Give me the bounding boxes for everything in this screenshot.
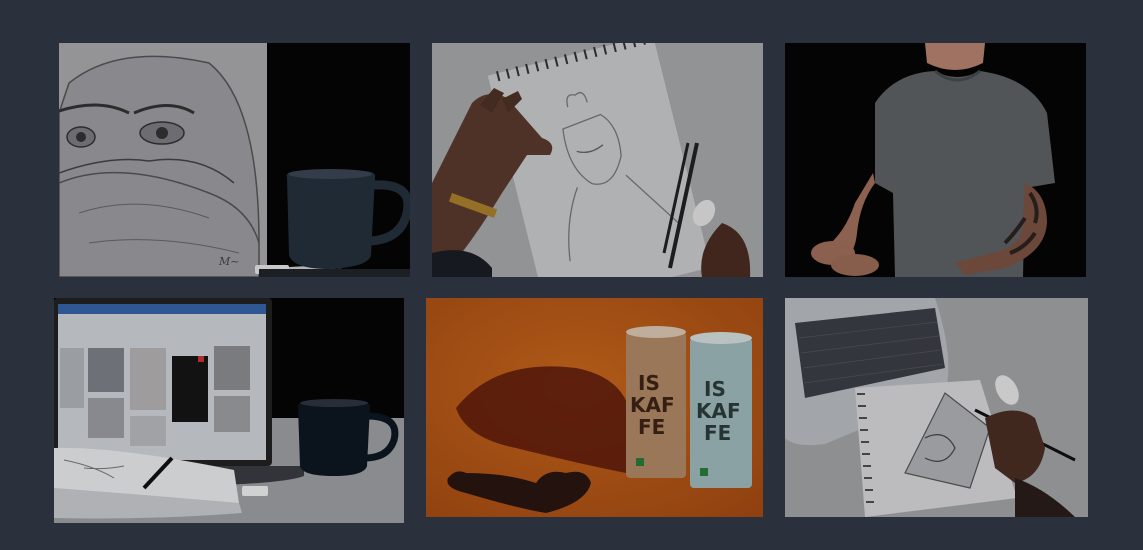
gallery-tile-laptop-pinterest[interactable] [54, 298, 404, 523]
laptop-sketch-image [785, 298, 1088, 517]
can-text-line-3b: FE [704, 421, 731, 445]
can-text-line-1: IS [638, 371, 660, 395]
can-text-line-1b: IS [704, 377, 726, 401]
gallery-tile-man-tshirt[interactable] [785, 43, 1086, 277]
gallery-tile-hijab-sketch[interactable]: M~ [59, 43, 410, 277]
gallery-tile-iskaffe-cans[interactable]: IS KAF FE IS KAF FE [426, 298, 763, 517]
gallery-tile-laptop-sketch[interactable] [785, 298, 1088, 517]
svg-text:M~: M~ [218, 255, 239, 268]
can-text-line-3: FE [638, 415, 665, 439]
sketchbook-drawing-image [432, 43, 763, 277]
man-tshirt-image [785, 43, 1086, 277]
hijab-sketch-image: M~ [59, 43, 410, 277]
can-text-line-2: KAF [630, 393, 675, 417]
iskaffe-cans-image: IS KAF FE IS KAF FE [426, 298, 763, 517]
can-text-line-2b: KAF [696, 399, 741, 423]
laptop-pinterest-image [54, 298, 404, 523]
gallery-tile-sketchbook-drawing[interactable] [432, 43, 763, 277]
